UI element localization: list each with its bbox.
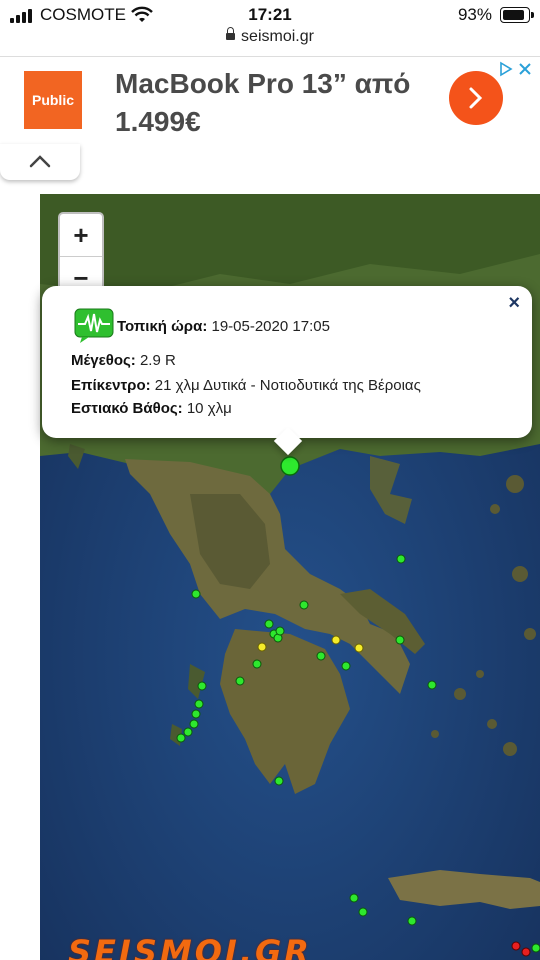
seismoi-wordmark: SEISMOI.GR: [68, 933, 312, 960]
battery-icon: [500, 7, 534, 23]
collapse-ad-button[interactable]: [0, 144, 80, 180]
chevron-right-icon: [469, 87, 483, 109]
depth-label: Εστιακό Βάθος:: [71, 400, 183, 417]
quake-info-popup: × Τοπική ώρα: 19-05-2020 17:05 Μέγεθος: …: [42, 286, 532, 456]
address-bar[interactable]: seismoi.gr: [0, 27, 540, 50]
local-time-row: Τοπική ώρα: 19-05-2020 17:05: [117, 318, 330, 335]
depth-value: 10 χλμ: [186, 400, 232, 417]
magnitude-label: Μέγεθος:: [71, 352, 136, 369]
local-time-label: Τοπική ώρα:: [117, 318, 208, 335]
page-strip: [0, 142, 540, 194]
epicenter-row: Επίκεντρο: 21 χλμ Δυτικά - Νοτιοδυτικά τ…: [71, 377, 421, 394]
ad-open-button[interactable]: [449, 71, 503, 125]
close-popup-button[interactable]: ×: [508, 292, 520, 315]
lock-icon: [226, 27, 236, 40]
magnitude-value: 2.9 R: [139, 352, 176, 369]
url-text: seismoi.gr: [241, 28, 314, 45]
ad-headline[interactable]: MacBook Pro 13” από 1.499€: [115, 65, 435, 141]
ad-headline-line2: 1.499€: [115, 106, 201, 137]
chevron-up-icon: [29, 155, 51, 168]
status-bar: COSMOTE 17:21 93%: [0, 0, 540, 30]
zoom-in-button[interactable]: +: [60, 214, 102, 257]
seismograph-icon: [74, 308, 114, 343]
public-logo[interactable]: Public: [24, 71, 82, 129]
ad-headline-line1: MacBook Pro 13” από: [115, 68, 411, 99]
epicenter-value: 21 χλμ Δυτικά - Νοτιοδυτικά της Βέροιας: [154, 377, 421, 394]
battery-percent: 93%: [457, 5, 492, 24]
magnitude-row: Μέγεθος: 2.9 R: [71, 352, 176, 369]
epicenter-label: Επίκεντρο:: [71, 377, 151, 394]
local-time-value: 19-05-2020 17:05: [211, 318, 330, 335]
adchoices-icon[interactable]: [498, 61, 534, 77]
depth-row: Εστιακό Βάθος: 10 χλμ: [71, 400, 232, 417]
